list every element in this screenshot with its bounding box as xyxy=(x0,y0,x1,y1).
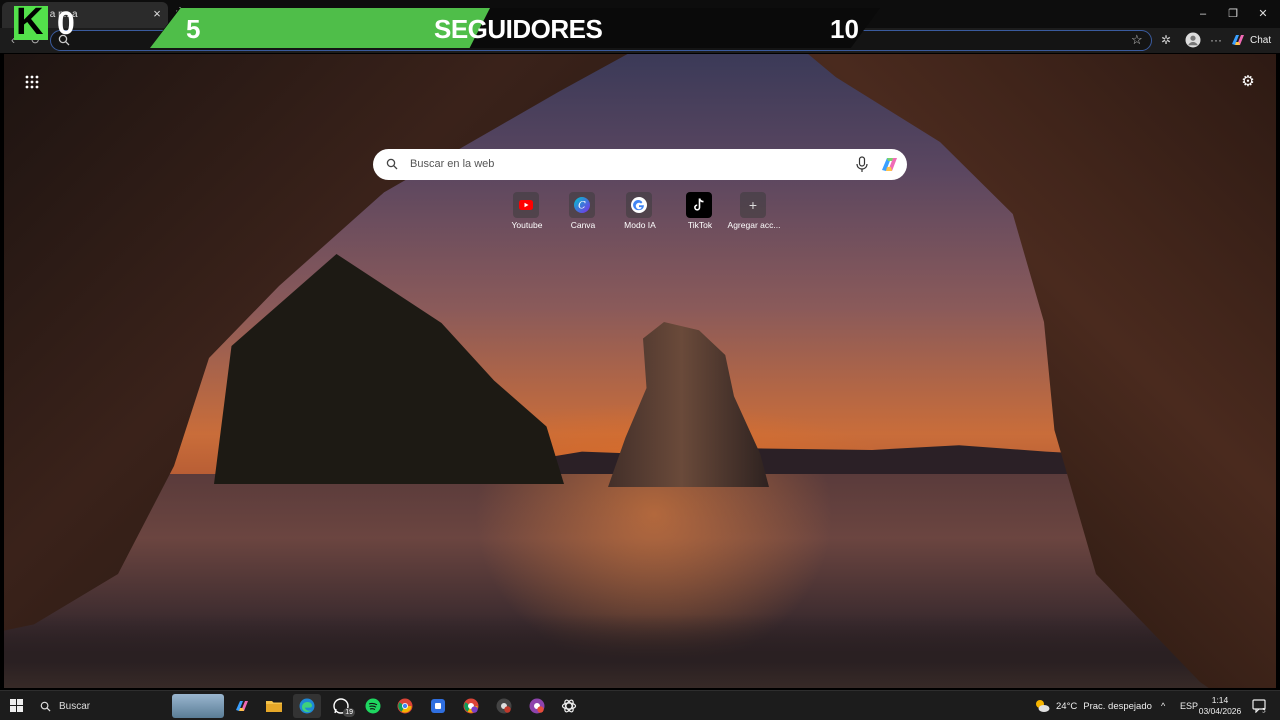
whatsapp-badge: 19 xyxy=(343,708,355,717)
close-window-button[interactable]: ✕ xyxy=(1252,6,1274,22)
windows-start-icon[interactable] xyxy=(10,699,23,712)
chrome-profile-2-icon xyxy=(496,698,512,714)
taskbar-chrome-profile-3[interactable] xyxy=(523,694,551,718)
search-icon xyxy=(386,158,398,170)
chat-label: Chat xyxy=(1250,34,1272,46)
system-clock[interactable]: 1:14 03/04/2026 xyxy=(1198,695,1242,717)
search-placeholder: Buscar en la web xyxy=(410,158,495,170)
shortcut-label: TikTok xyxy=(687,220,713,230)
background-shore xyxy=(4,614,1276,688)
taskbar-copilot[interactable] xyxy=(228,694,256,718)
clock-time: 1:14 xyxy=(1211,695,1229,705)
copilot-icon[interactable] xyxy=(879,154,900,175)
copilot-icon xyxy=(236,701,248,711)
taskbar-file-explorer[interactable] xyxy=(260,694,288,718)
add-icon: + xyxy=(748,197,758,213)
copilot-icon xyxy=(1232,35,1244,45)
taskbar-chrome-profile-2[interactable] xyxy=(490,694,518,718)
shortcut-youtube[interactable]: Youtube xyxy=(497,190,557,235)
goal-end-number: 10 xyxy=(830,14,859,44)
shortcut-label: Agregar acc... xyxy=(727,220,781,230)
shortcut-tiktok[interactable]: TikTok xyxy=(670,190,730,235)
web-search-box[interactable]: Buscar en la web xyxy=(373,149,907,180)
taskbar-edge[interactable] xyxy=(293,694,321,718)
profile-icon[interactable] xyxy=(1185,32,1201,48)
minimize-button[interactable]: – xyxy=(1192,6,1214,22)
shortcut-modo-ia[interactable]: Modo IA xyxy=(610,190,670,235)
shortcut-label: Modo IA xyxy=(624,220,656,230)
kick-logo-letter: K xyxy=(16,1,44,43)
taskbar-chrome-profile[interactable] xyxy=(457,694,485,718)
goal-title: SEGUIDORES xyxy=(434,14,603,44)
widgets-thumbnail[interactable] xyxy=(172,694,224,718)
taskbar-app-blue[interactable] xyxy=(424,694,452,718)
edge-icon xyxy=(299,698,315,714)
settings-gear-icon[interactable]: ⚙ xyxy=(1240,74,1256,90)
svg-text:C: C xyxy=(578,201,586,212)
new-tab-page: ⚙ Buscar en la web Youtube C Canva Modo … xyxy=(4,54,1276,688)
notifications-count: 3 xyxy=(1262,708,1266,714)
taskbar: Buscar 19 24°C Prac. despejado ^ ESP 1:1… xyxy=(0,690,1280,720)
clock-date: 03/04/2026 xyxy=(1198,706,1242,716)
shortcut-add[interactable]: + Agregar acc... xyxy=(724,190,784,235)
weather-temp: 24°C xyxy=(1056,700,1078,712)
youtube-icon xyxy=(519,200,533,210)
weather-widget[interactable]: 24°C Prac. despejado xyxy=(1034,697,1152,715)
weather-desc: Prac. despejado xyxy=(1083,700,1152,712)
youtube-tile xyxy=(513,192,539,218)
notifications-icon[interactable]: 3 xyxy=(1252,699,1266,713)
chatgpt-icon xyxy=(561,699,577,713)
canva-tile: C xyxy=(569,192,595,218)
google-icon xyxy=(631,197,647,213)
taskbar-search-label: Buscar xyxy=(59,701,91,712)
taskbar-chrome[interactable] xyxy=(391,694,419,718)
folder-icon xyxy=(266,701,282,712)
shortcut-canva[interactable]: C Canva xyxy=(553,190,613,235)
shortcut-label: Youtube xyxy=(511,220,543,230)
language-indicator[interactable]: ESP xyxy=(1180,701,1198,711)
shortcut-label: Canva xyxy=(570,220,596,230)
taskbar-whatsapp[interactable]: 19 xyxy=(327,694,355,718)
canva-icon: C xyxy=(574,197,590,213)
restore-button[interactable]: ❐ xyxy=(1222,6,1244,22)
add-tile: + xyxy=(740,192,766,218)
chrome-profile-3-icon xyxy=(529,698,545,714)
extensions-icon[interactable]: ✲ xyxy=(1158,32,1174,48)
chrome-profile-icon xyxy=(463,698,479,714)
chrome-icon xyxy=(397,698,413,714)
tiktok-icon xyxy=(694,198,704,211)
spotify-icon xyxy=(365,698,381,714)
chat-button[interactable]: Chat xyxy=(1230,31,1271,49)
google-tile xyxy=(626,192,652,218)
weather-icon xyxy=(1036,700,1050,712)
background-hills xyxy=(524,445,1104,474)
search-icon xyxy=(40,701,51,712)
follower-count: 0 xyxy=(57,5,75,41)
tiktok-tile xyxy=(686,192,712,218)
tray-overflow-chevron-icon[interactable]: ^ xyxy=(1161,701,1165,711)
apps-grid-icon[interactable] xyxy=(24,74,40,90)
star-icon[interactable]: ☆ xyxy=(1131,33,1145,47)
taskbar-spotify[interactable] xyxy=(359,694,387,718)
tab-close-icon[interactable]: × xyxy=(150,6,164,22)
more-icon[interactable]: ··· xyxy=(1208,32,1224,48)
goal-start-number: 5 xyxy=(186,14,201,44)
background-rock xyxy=(608,322,769,487)
microphone-icon[interactable] xyxy=(855,156,869,173)
app-blue-icon xyxy=(431,699,445,713)
taskbar-chatgpt[interactable] xyxy=(555,694,583,718)
